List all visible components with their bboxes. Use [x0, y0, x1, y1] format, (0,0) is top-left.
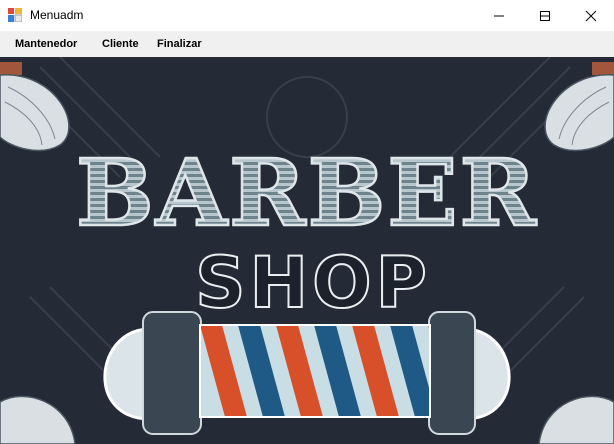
maximize-icon	[540, 10, 550, 21]
menu-item-cliente[interactable]: Cliente	[102, 38, 139, 50]
shaving-brush-icon	[538, 395, 614, 444]
minimize-icon	[494, 15, 504, 16]
close-button[interactable]	[568, 0, 614, 31]
minimize-button[interactable]	[476, 0, 522, 31]
app-window: Menuadm Mantenedor Cliente Finalizar BAR…	[0, 0, 614, 444]
background-image-panel: BARBER SHOP	[0, 57, 614, 444]
barber-title: BARBER	[76, 139, 538, 247]
shaving-brush-icon	[0, 62, 70, 152]
shop-title: SHOP	[195, 242, 431, 324]
windows-form-icon	[8, 8, 22, 22]
window-title: Menuadm	[30, 8, 84, 22]
menu-bar: Mantenedor Cliente Finalizar	[0, 31, 614, 57]
shaving-brush-icon	[544, 62, 614, 152]
menu-item-finalizar[interactable]: Finalizar	[157, 38, 202, 50]
shaving-brush-icon	[0, 395, 76, 444]
menu-item-mantenedor[interactable]: Mantenedor	[15, 38, 77, 50]
close-icon	[585, 10, 597, 21]
barber-pole-icon	[103, 311, 511, 435]
maximize-button[interactable]	[522, 0, 568, 31]
barber-shop-artwork: BARBER SHOP	[0, 57, 614, 444]
